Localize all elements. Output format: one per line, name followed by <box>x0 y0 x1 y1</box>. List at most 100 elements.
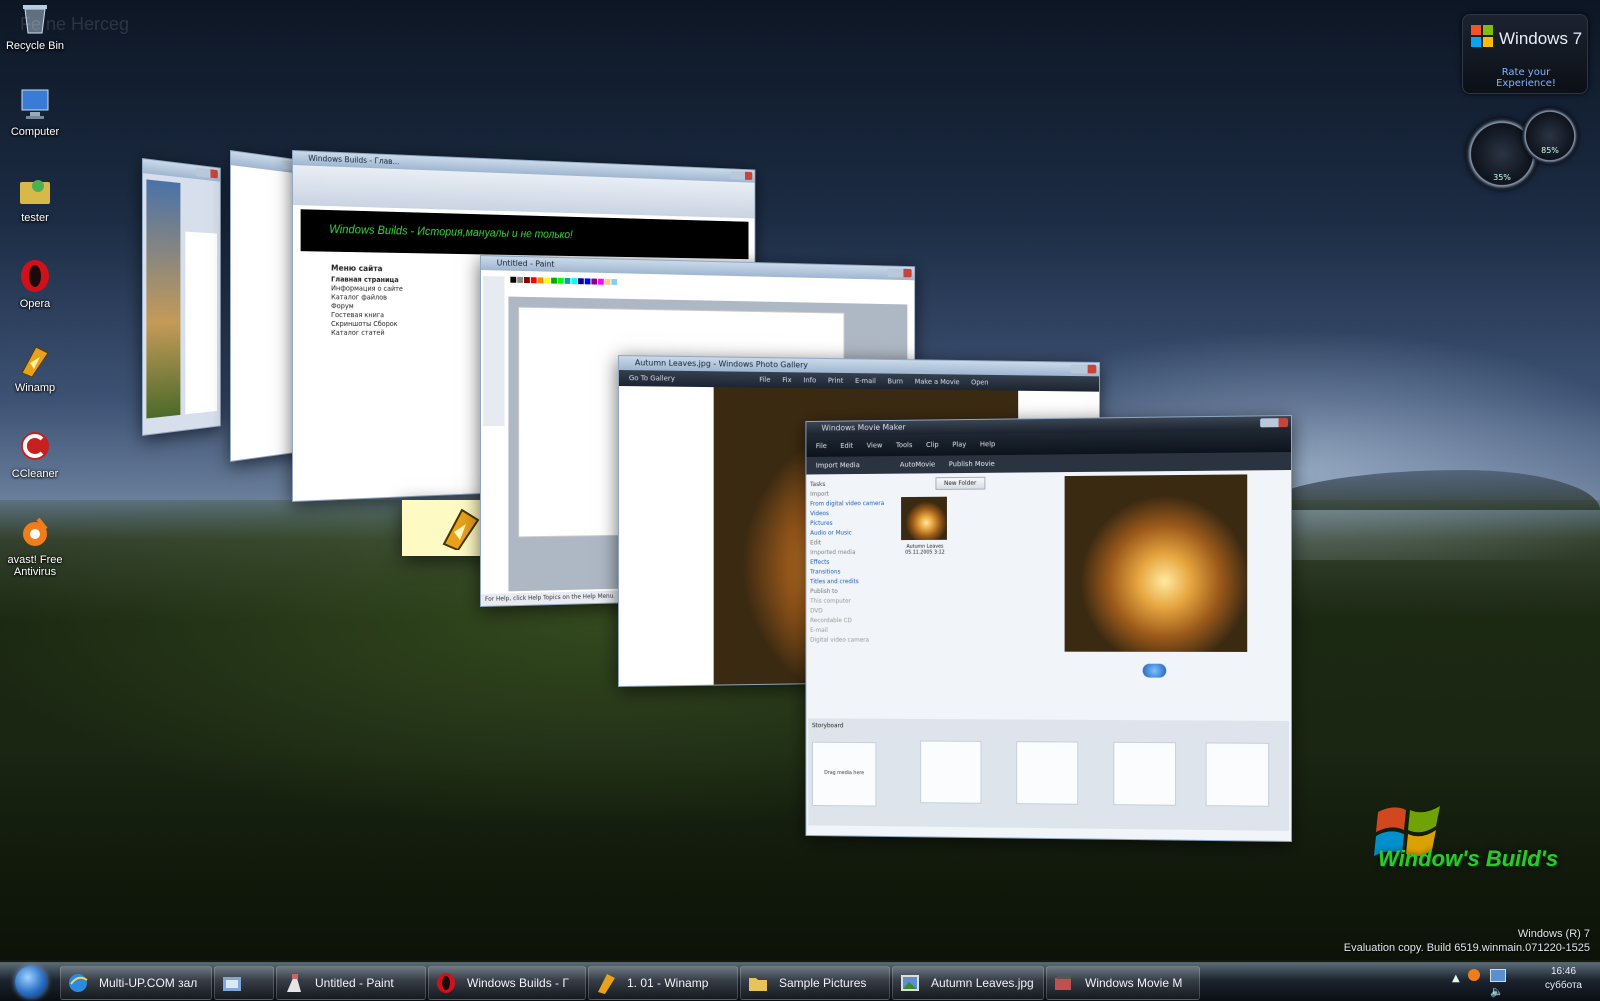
task-link[interactable]: From digital video camera <box>810 499 897 509</box>
taskbar-item-label: Sample Pictures <box>779 976 866 990</box>
paint-color-palette[interactable] <box>510 277 617 285</box>
storyboard-frame[interactable] <box>1016 741 1078 805</box>
fix-button[interactable]: Fix <box>782 376 791 384</box>
tasks-section-edit: Edit <box>810 538 897 548</box>
start-orb-icon <box>15 966 47 998</box>
rate-experience-gadget[interactable]: Windows 7 Rate your Experience! <box>1462 14 1588 94</box>
menu-view[interactable]: View <box>867 442 883 450</box>
publish-movie-button[interactable]: Publish Movie <box>949 460 995 468</box>
info-button[interactable]: Info <box>803 376 816 384</box>
paint-icon <box>283 972 305 994</box>
task-link[interactable]: DVD <box>810 607 897 617</box>
make-movie-button[interactable]: Make a Movie <box>915 378 960 386</box>
window-caption-buttons[interactable] <box>731 171 752 180</box>
task-link[interactable]: Recordable CD <box>810 616 897 626</box>
menu-clip[interactable]: Clip <box>926 441 939 449</box>
taskbar-item-opera[interactable]: Windows Builds - Г <box>428 966 586 1000</box>
task-link[interactable]: Transitions <box>810 567 897 577</box>
start-button[interactable] <box>6 963 56 1001</box>
taskbar-item-photo-gallery[interactable]: Autumn Leaves.jpg <box>892 966 1044 1000</box>
site-menu-item[interactable]: Каталог статей <box>331 329 403 338</box>
storyboard-frame[interactable] <box>1206 742 1269 806</box>
site-menu-item[interactable]: Гостевая книга <box>331 311 403 320</box>
desktop-icon-avast[interactable]: avast! Free Antivirus <box>4 514 66 578</box>
task-link[interactable]: Titles and credits <box>810 577 897 587</box>
ccleaner-icon <box>17 428 53 464</box>
winamp-icon <box>17 342 53 378</box>
window-explorer[interactable] <box>142 158 221 436</box>
movie-toolbar: Import Media AutoMovie Publish Movie <box>806 452 1291 474</box>
print-button[interactable]: Print <box>828 377 843 385</box>
go-to-gallery-button[interactable]: Go To Gallery <box>629 374 675 383</box>
import-media-button[interactable]: Import Media <box>816 461 860 469</box>
menu-tools[interactable]: Tools <box>896 441 912 449</box>
clock[interactable]: 16:46 суббота <box>1545 965 1582 993</box>
taskbar-item-sample-pictures[interactable]: Sample Pictures <box>740 966 890 1000</box>
window-caption-buttons[interactable] <box>1071 364 1097 373</box>
storyboard-frame[interactable] <box>1113 742 1176 806</box>
desktop-icon-recycle-bin[interactable]: Recycle Bin <box>4 0 66 52</box>
gadget-title: Windows 7 <box>1499 29 1582 49</box>
taskbar-item-internet-explorer[interactable]: Multi-UP.COM зал <box>60 966 212 1000</box>
task-link[interactable]: Videos <box>810 509 897 519</box>
task-link[interactable]: E-mail <box>810 626 897 636</box>
task-link[interactable]: This computer <box>810 597 897 607</box>
automovie-button[interactable]: AutoMovie <box>900 461 935 469</box>
menu-help[interactable]: Help <box>980 440 995 448</box>
rate-experience-link[interactable]: Rate your Experience! <box>1471 67 1581 89</box>
new-folder-button[interactable]: New Folder <box>935 477 984 490</box>
taskbar-item-label: Autumn Leaves.jpg <box>931 976 1034 990</box>
window-title: Autumn Leaves.jpg - Windows Photo Galler… <box>635 358 808 369</box>
desktop-icon-ccleaner[interactable]: CCleaner <box>4 428 66 480</box>
email-button[interactable]: E-mail <box>855 377 876 385</box>
desktop-icon-computer[interactable]: Computer <box>4 86 66 138</box>
menu-edit[interactable]: Edit <box>840 442 853 450</box>
clock-time: 16:46 <box>1545 965 1582 979</box>
desktop-icon-label: avast! Free Antivirus <box>4 554 66 578</box>
file-menu-button[interactable]: File <box>759 376 770 384</box>
taskbar-item-winamp[interactable]: 1. 01 - Winamp <box>588 966 738 1000</box>
taskbar-item-label: Untitled - Paint <box>315 976 394 990</box>
build-info: Evaluation copy. Build 6519.winmain.0712… <box>1344 941 1590 955</box>
storyboard-frame[interactable] <box>920 741 981 804</box>
memory-meter-gadget[interactable]: 85% <box>1522 108 1578 164</box>
task-link[interactable]: Audio or Music <box>810 528 897 538</box>
desktop-icon-winamp[interactable]: Winamp <box>4 342 66 394</box>
burn-button[interactable]: Burn <box>887 377 903 385</box>
taskbar-item-label: 1. 01 - Winamp <box>627 976 708 990</box>
site-menu-item[interactable]: Каталог файлов <box>331 293 403 302</box>
task-link[interactable]: Effects <box>810 558 897 568</box>
task-link[interactable]: Pictures <box>810 519 897 529</box>
paint-toolbox[interactable] <box>483 276 505 426</box>
window-caption-buttons[interactable] <box>887 268 911 277</box>
taskbar-item-explorer[interactable] <box>214 966 274 1000</box>
site-menu-item[interactable]: Форум <box>331 302 403 311</box>
network-icon[interactable] <box>1490 969 1506 982</box>
volume-icon[interactable]: 🔈 <box>1490 985 1504 998</box>
site-menu: Меню сайта Главная страница Информация о… <box>331 264 403 338</box>
avast-tray-icon[interactable] <box>1468 969 1480 981</box>
desktop-icon-opera[interactable]: Opera <box>4 258 66 310</box>
taskbar-item-paint[interactable]: Untitled - Paint <box>276 966 426 1000</box>
open-button[interactable]: Open <box>971 379 988 387</box>
taskbar-item-movie-maker[interactable]: Windows Movie M <box>1046 966 1200 1000</box>
storyboard-frame[interactable]: Drag media here <box>812 742 876 807</box>
window-caption-buttons[interactable] <box>1260 418 1288 427</box>
menu-file[interactable]: File <box>816 442 827 450</box>
storyboard-label[interactable]: Storyboard <box>812 722 843 729</box>
media-thumbnail[interactable] <box>901 497 947 540</box>
window-movie-maker[interactable]: Windows Movie Maker File Edit View Tools… <box>805 415 1292 842</box>
opera-icon <box>435 972 457 994</box>
show-hidden-icons-icon[interactable]: ▲ <box>1452 973 1460 984</box>
storyboard[interactable]: Storyboard Drag media here <box>808 718 1289 831</box>
task-link[interactable]: Digital video camera <box>810 636 897 646</box>
menu-play[interactable]: Play <box>952 441 966 449</box>
desktop-icon-label: tester <box>4 212 66 224</box>
desktop-icon-tester[interactable]: tester <box>4 172 66 224</box>
task-link[interactable]: Imported media <box>810 548 897 558</box>
cpu-value: 35% <box>1466 173 1538 182</box>
play-button[interactable] <box>1143 664 1167 678</box>
movie-maker-icon <box>1053 972 1075 994</box>
site-menu-item[interactable]: Скриншоты Сборок <box>331 320 403 329</box>
tasks-section-import: Import <box>810 489 897 499</box>
